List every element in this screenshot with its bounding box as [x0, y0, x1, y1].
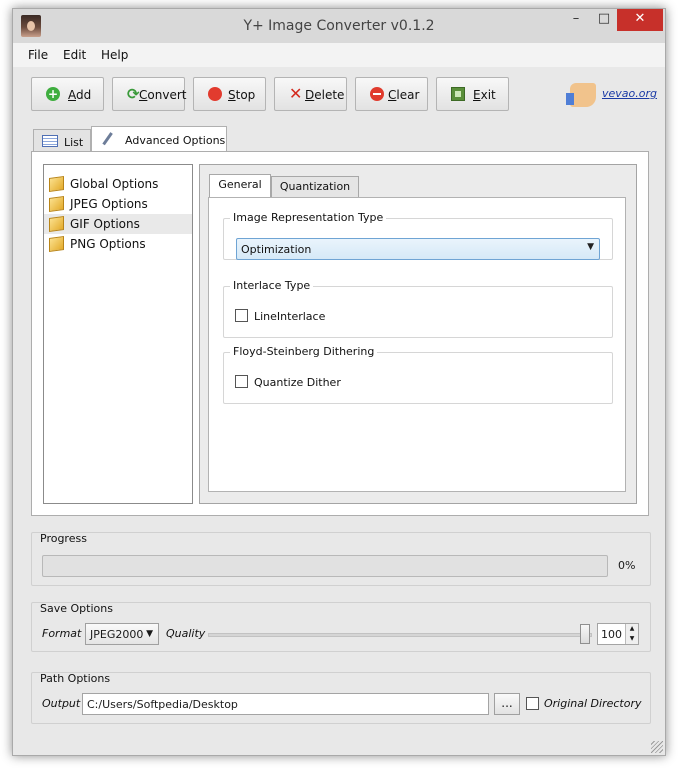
save-options-section: Save Options Format JPEG2000 ▼ Quality 1…	[31, 602, 651, 652]
clear-button[interactable]: Clear	[355, 77, 428, 111]
tab-list-label: List	[64, 136, 84, 149]
format-select[interactable]: JPEG2000 ▼	[85, 623, 159, 645]
representation-title: Image Representation Type	[230, 211, 387, 224]
cube-icon	[49, 235, 64, 253]
options-tree: Global Options JPEG Options GIF Options …	[43, 164, 193, 504]
tab-advanced-label: Advanced Options	[125, 134, 226, 147]
original-directory-checkbox[interactable]	[526, 697, 539, 710]
spin-down-icon[interactable]: ▼	[625, 634, 638, 644]
stop-icon	[208, 87, 222, 101]
output-path-input[interactable]: C:/Users/Softpedia/Desktop	[82, 693, 489, 715]
representation-type-select[interactable]: Optimization ▼	[236, 238, 600, 260]
tree-item-gif-options[interactable]: GIF Options	[44, 214, 192, 234]
quantize-dither-checkbox[interactable]	[235, 375, 248, 388]
title-bar[interactable]: Y+ Image Converter v0.1.2 – □ ✕	[13, 9, 665, 43]
convert-button-label: Convert	[139, 88, 187, 102]
quality-slider-handle[interactable]	[580, 624, 590, 644]
interlace-title: Interlace Type	[230, 279, 314, 292]
dither-title: Floyd-Steinberg Dithering	[230, 345, 378, 358]
browse-button[interactable]: ...	[494, 693, 520, 715]
chevron-down-icon: ▼	[146, 629, 153, 639]
general-settings-panel: Image Representation Type Optimization ▼…	[208, 197, 626, 492]
interlace-group: Interlace Type LineInterlace	[223, 279, 613, 338]
menu-edit[interactable]: Edit	[63, 48, 86, 62]
save-options-title: Save Options	[40, 602, 113, 615]
app-window: Y+ Image Converter v0.1.2 – □ ✕ File Edi…	[12, 8, 666, 756]
tree-item-label: GIF Options	[70, 217, 140, 231]
exit-door-icon	[451, 87, 465, 101]
progress-percent: 0%	[618, 559, 636, 572]
quality-stepper[interactable]: 100 ▲ ▼	[597, 623, 639, 645]
format-label: Format	[42, 627, 82, 640]
exit-button[interactable]: Exit	[436, 77, 509, 111]
stop-button[interactable]: Stop	[193, 77, 266, 111]
spin-up-icon[interactable]: ▲	[625, 624, 638, 634]
tab-quantization[interactable]: Quantization	[271, 176, 359, 198]
add-button[interactable]: + Add	[31, 77, 104, 111]
tree-item-label: Global Options	[70, 177, 159, 191]
gif-options-panel: General Quantization Image Representatio…	[199, 164, 637, 504]
maximize-button[interactable]: □	[591, 9, 617, 31]
delete-button[interactable]: ✕ Delete	[274, 77, 347, 111]
tab-general[interactable]: General	[209, 174, 271, 198]
dither-group: Floyd-Steinberg Dithering Quantize Dithe…	[223, 345, 613, 404]
quantize-dither-label: Quantize Dither	[254, 376, 341, 389]
close-button[interactable]: ✕	[617, 9, 663, 31]
representation-group: Image Representation Type Optimization ▼	[223, 211, 613, 260]
lineinterlace-label: LineInterlace	[254, 310, 326, 323]
progress-title: Progress	[40, 532, 87, 545]
pointing-hand-icon	[566, 83, 596, 107]
plus-icon: +	[46, 87, 60, 101]
cube-icon	[49, 215, 64, 233]
advanced-options-panel: Global Options JPEG Options GIF Options …	[31, 151, 649, 516]
clear-button-label: Clear	[388, 88, 420, 102]
minimize-button[interactable]: –	[563, 9, 589, 31]
add-button-label: Add	[68, 88, 92, 102]
representation-type-value: Optimization	[241, 243, 312, 256]
progress-bar	[42, 555, 608, 577]
quality-slider-track[interactable]	[208, 633, 592, 637]
vevao-link[interactable]: vevao.org	[602, 87, 657, 100]
path-options-section: Path Options Output C:/Users/Softpedia/D…	[31, 672, 651, 724]
tree-item-label: PNG Options	[70, 237, 146, 251]
menu-bar: File Edit Help	[13, 43, 665, 67]
stop-button-label: Stop	[228, 88, 256, 102]
convert-button[interactable]: ⟳ Convert	[112, 77, 187, 111]
tree-item-label: JPEG Options	[70, 197, 148, 211]
list-icon	[42, 135, 58, 147]
tab-advanced-options[interactable]: Advanced Options	[91, 126, 227, 152]
output-label: Output	[42, 697, 81, 710]
tree-item-jpeg-options[interactable]: JPEG Options	[44, 194, 192, 214]
quality-value: 100	[601, 628, 622, 641]
lineinterlace-checkbox[interactable]	[235, 309, 248, 322]
chevron-down-icon: ▼	[587, 242, 594, 252]
output-path-value: C:/Users/Softpedia/Desktop	[87, 698, 238, 711]
menu-help[interactable]: Help	[101, 48, 128, 62]
format-value: JPEG2000	[90, 628, 144, 641]
quality-label: Quality	[166, 627, 206, 640]
tree-item-png-options[interactable]: PNG Options	[44, 234, 192, 254]
resize-grip-icon[interactable]	[651, 741, 663, 753]
minus-circle-icon	[370, 87, 384, 101]
tab-list[interactable]: List	[33, 129, 91, 153]
tree-item-global-options[interactable]: Global Options	[44, 174, 192, 194]
path-options-title: Path Options	[40, 672, 111, 685]
wrench-icon	[102, 132, 114, 146]
progress-section: Progress 0%	[31, 532, 651, 586]
menu-file[interactable]: File	[28, 48, 48, 62]
delete-button-label: Delete	[305, 88, 345, 102]
delete-x-icon: ✕	[289, 84, 303, 103]
cube-icon	[49, 195, 64, 213]
cube-icon	[49, 175, 64, 193]
exit-button-label: Exit	[473, 88, 496, 102]
original-directory-label: Original Directory	[544, 697, 642, 710]
